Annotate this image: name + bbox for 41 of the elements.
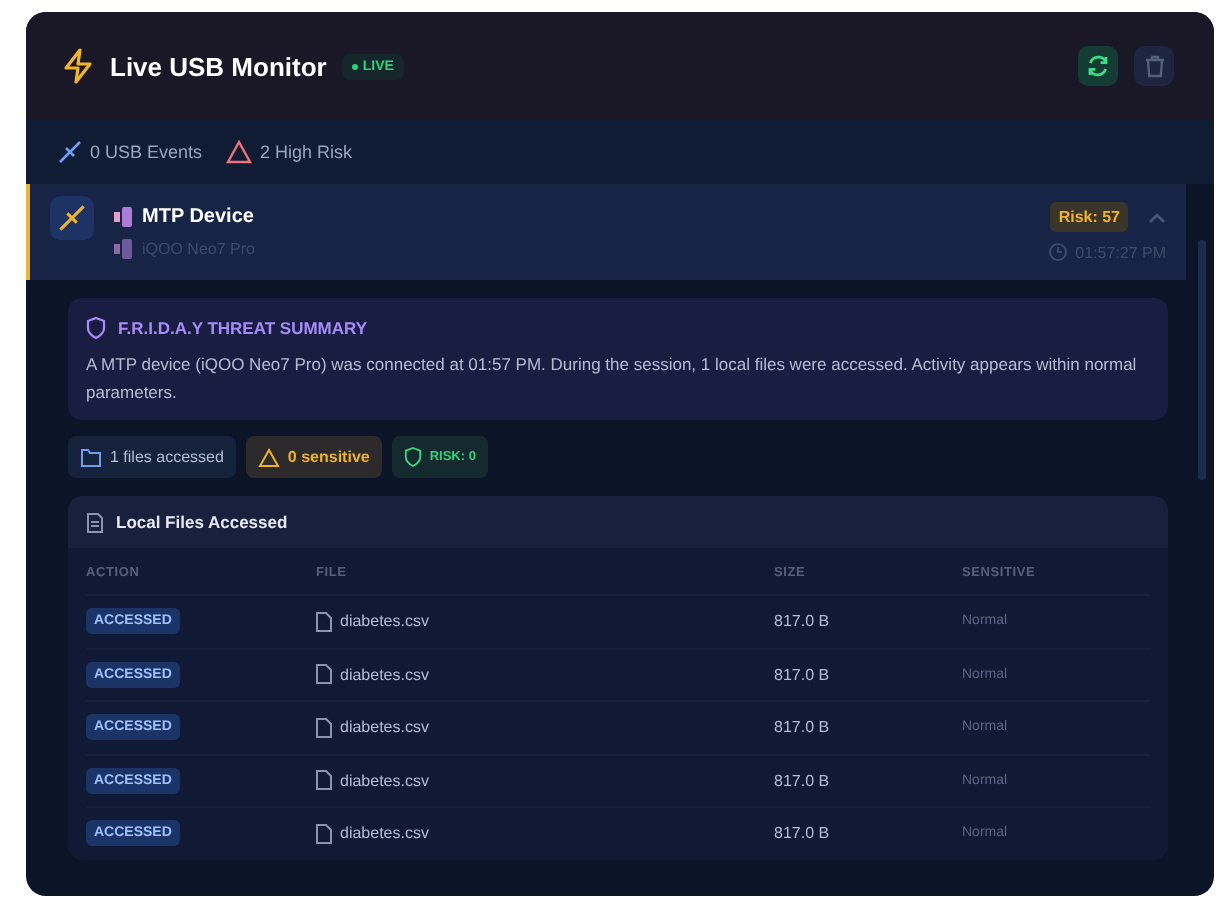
shield-icon	[86, 316, 106, 340]
delete-button[interactable]	[1134, 46, 1174, 86]
folder-icon	[80, 447, 102, 467]
files-title: Local Files Accessed	[116, 512, 288, 532]
unplugged-icon	[58, 140, 82, 164]
summary-title: F.R.I.D.A.Y THREAT SUMMARY	[118, 318, 368, 338]
refresh-icon	[1086, 54, 1110, 78]
scrollbar[interactable]	[1198, 240, 1206, 480]
trash-icon	[1143, 54, 1165, 78]
file-name: diabetes.csv	[340, 718, 429, 737]
file-size: 817.0 B	[774, 771, 830, 790]
file-icon	[316, 611, 332, 632]
lightning-icon	[62, 48, 94, 84]
warning-icon	[257, 447, 280, 467]
chip-label: 1 files accessed	[110, 448, 224, 466]
file-icon	[316, 717, 332, 738]
usb-events-count: 0 USB Events	[90, 142, 203, 162]
warning-icon	[226, 140, 253, 164]
refresh-button[interactable]	[1078, 46, 1118, 86]
device-name: MTP Device	[142, 205, 254, 227]
file-size: 817.0 B	[774, 612, 830, 631]
high-risk-count: 2 High Risk	[260, 142, 353, 162]
file-icon	[316, 664, 332, 685]
file-name: diabetes.csv	[340, 824, 429, 843]
file-name: diabetes.csv	[340, 771, 429, 790]
file-size: 817.0 B	[774, 824, 830, 843]
summary-text: A MTP device (iQOO Neo7 Pro) was connected at 01:57 PM. During the session, 1 local files were accessed. Activity appears within normal parameters.	[86, 352, 1139, 406]
shield-icon	[403, 446, 422, 468]
unplugged-icon	[50, 196, 94, 240]
file-name: diabetes.csv	[340, 612, 429, 631]
chip-label: 0 sensitive	[287, 448, 370, 466]
file-size: 817.0 B	[774, 665, 830, 684]
file-size: 817.0 B	[774, 718, 830, 737]
clock-icon	[1047, 242, 1068, 262]
document-icon	[86, 511, 104, 533]
panel-title: Live USB Monitor	[110, 51, 327, 81]
file-name: diabetes.csv	[340, 665, 429, 684]
chevron-icon[interactable]	[1148, 211, 1166, 223]
file-icon	[316, 770, 332, 791]
risk-badge: Risk: 57	[1050, 202, 1128, 232]
file-icon	[316, 823, 332, 844]
